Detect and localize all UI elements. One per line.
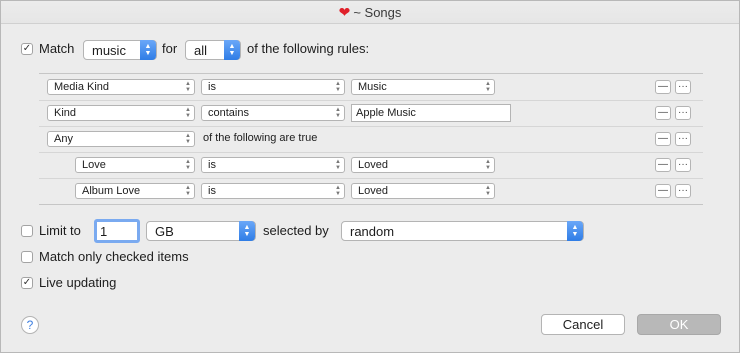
popup-arrows-icon: ▲ ▼ <box>239 221 255 241</box>
rule-operator-value: is <box>208 81 216 93</box>
rule-value-popup[interactable]: Loved ▲ ▼ <box>351 183 495 199</box>
rule-operator-value: is <box>208 185 216 197</box>
chevron-updown-icon: ▲ ▼ <box>335 185 341 197</box>
rule-field-value: Any <box>54 133 73 145</box>
media-popup[interactable]: music ▲ ▼ <box>83 40 157 60</box>
rule-operator-popup[interactable]: is ▲ ▼ <box>201 183 345 199</box>
live-updating-checkbox[interactable] <box>21 277 33 289</box>
rule-row: Any ▲ ▼ of the following are true — ··· <box>39 126 703 153</box>
rule-field-value: Media Kind <box>54 81 110 93</box>
rule-value-text: Music <box>358 81 387 93</box>
limit-amount-field[interactable]: 1 <box>94 219 140 243</box>
match-checked-items-checkbox[interactable] <box>21 251 33 263</box>
rule-field-popup[interactable]: Kind ▲ ▼ <box>47 105 195 121</box>
chevron-updown-icon: ▲ ▼ <box>335 107 341 119</box>
chevron-updown-icon: ▲ ▼ <box>185 133 191 145</box>
for-label: for <box>162 41 178 56</box>
rule-value-text-field[interactable]: Apple Music <box>351 104 511 122</box>
rule-row: Media Kind ▲ ▼ is ▲ ▼ Music ▲ ▼ — ··· <box>39 74 703 101</box>
nested-rules-label: of the following are true <box>203 132 318 144</box>
more-rule-button[interactable]: ··· <box>675 158 691 172</box>
chevron-updown-icon: ▲ ▼ <box>185 107 191 119</box>
more-rule-button[interactable]: ··· <box>675 184 691 198</box>
limit-checkbox[interactable] <box>21 225 33 237</box>
rule-operator-popup[interactable]: contains ▲ ▼ <box>201 105 345 121</box>
limit-label: Limit to <box>39 223 81 238</box>
ok-button[interactable]: OK <box>637 314 721 335</box>
rule-value-text: Loved <box>358 185 388 197</box>
rule-field-popup[interactable]: Media Kind ▲ ▼ <box>47 79 195 95</box>
limit-unit-value: GB <box>155 223 174 239</box>
rules-suffix-label: of the following rules: <box>247 41 370 56</box>
rule-value-popup[interactable]: Music ▲ ▼ <box>351 79 495 95</box>
rule-row: Album Love ▲ ▼ is ▲ ▼ Loved ▲ ▼ — ··· <box>39 178 703 204</box>
remove-rule-button[interactable]: — <box>655 184 671 198</box>
rule-value-popup[interactable]: Loved ▲ ▼ <box>351 157 495 173</box>
match-checkbox[interactable] <box>21 43 33 55</box>
selected-by-label: selected by <box>263 223 329 238</box>
popup-arrows-icon: ▲ ▼ <box>140 40 156 60</box>
more-rule-button[interactable]: ··· <box>675 80 691 94</box>
live-updating-label: Live updating <box>39 275 117 290</box>
rule-field-value: Kind <box>54 107 77 119</box>
rule-group-popup[interactable]: Any ▲ ▼ <box>47 131 195 147</box>
selected-by-popup[interactable]: random ▲ ▼ <box>341 221 584 241</box>
chevron-updown-icon: ▲ ▼ <box>185 185 191 197</box>
remove-rule-button[interactable]: — <box>655 80 671 94</box>
rule-field-value: Album Love <box>82 185 141 197</box>
match-label: Match <box>39 41 75 56</box>
rule-operator-value: is <box>208 159 216 171</box>
chevron-updown-icon: ▲ ▼ <box>485 185 491 197</box>
more-rule-button[interactable]: ··· <box>675 132 691 146</box>
quantifier-popup[interactable]: all ▲ ▼ <box>185 40 241 60</box>
title-bar: ❤ ~ Songs <box>1 1 739 24</box>
rule-field-popup[interactable]: Album Love ▲ ▼ <box>75 183 195 199</box>
rule-row: Kind ▲ ▼ contains ▲ ▼ Apple Music — ··· <box>39 100 703 127</box>
remove-rule-button[interactable]: — <box>655 158 671 172</box>
window-title: ~ Songs <box>353 4 402 20</box>
cancel-button[interactable]: Cancel <box>541 314 625 335</box>
smart-playlist-window: ❤ ~ Songs Match music ▲▼ for all ▲▼ of t… <box>0 0 740 353</box>
media-popup-value: music <box>92 42 126 58</box>
chevron-updown-icon: ▲ ▼ <box>335 81 341 93</box>
remove-rule-button[interactable]: — <box>655 106 671 120</box>
match-checked-items-label: Match only checked items <box>39 249 189 264</box>
popup-arrows-icon: ▲ ▼ <box>224 40 240 60</box>
rule-operator-popup[interactable]: is ▲ ▼ <box>201 79 345 95</box>
remove-rule-button[interactable]: — <box>655 132 671 146</box>
heart-icon: ❤ <box>338 4 351 20</box>
selected-by-value: random <box>350 223 395 239</box>
popup-arrows-icon: ▲ ▼ <box>567 221 583 241</box>
chevron-updown-icon: ▲ ▼ <box>185 81 191 93</box>
rule-field-value: Love <box>82 159 106 171</box>
help-button[interactable]: ? <box>21 316 39 334</box>
more-rule-button[interactable]: ··· <box>675 106 691 120</box>
rule-operator-value: contains <box>208 107 249 119</box>
limit-unit-popup[interactable]: GB ▲ ▼ <box>146 221 256 241</box>
rule-row: Love ▲ ▼ is ▲ ▼ Loved ▲ ▼ — ··· <box>39 152 703 179</box>
chevron-updown-icon: ▲ ▼ <box>335 159 341 171</box>
rule-field-popup[interactable]: Love ▲ ▼ <box>75 157 195 173</box>
chevron-updown-icon: ▲ ▼ <box>485 159 491 171</box>
rule-value-text: Loved <box>358 159 388 171</box>
rule-operator-popup[interactable]: is ▲ ▼ <box>201 157 345 173</box>
rules-list: Media Kind ▲ ▼ is ▲ ▼ Music ▲ ▼ — ··· Kind … <box>39 73 703 205</box>
chevron-updown-icon: ▲ ▼ <box>185 159 191 171</box>
quantifier-popup-value: all <box>194 42 208 58</box>
chevron-updown-icon: ▲ ▼ <box>485 81 491 93</box>
